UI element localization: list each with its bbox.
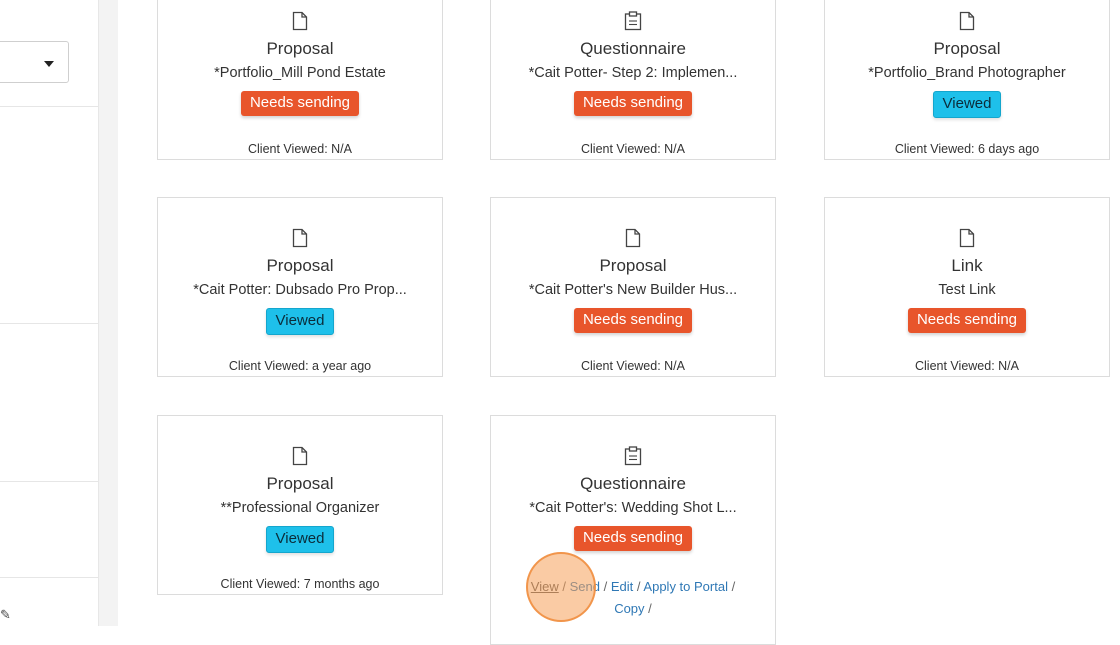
card-type: Questionnaire — [580, 474, 686, 493]
card-name: **Professional Organizer — [220, 500, 380, 516]
edit-link[interactable]: Edit — [611, 579, 633, 594]
panel-gutter — [98, 0, 118, 626]
client-viewed: Client Viewed: 6 days ago — [894, 142, 1040, 156]
client-viewed: Client Viewed: 7 months ago — [220, 577, 380, 591]
card-type: Proposal — [266, 474, 334, 493]
card-name: *Portfolio_Brand Photographer — [868, 65, 1066, 81]
divider — [0, 481, 98, 482]
form-card[interactable]: Questionnaire *Cait Potter- Step 2: Imple… — [490, 0, 776, 160]
card-name: *Cait Potter: Dubsado Pro Prop... — [193, 282, 407, 298]
status-badge: Needs sending — [573, 91, 693, 116]
card-name: Test Link — [938, 282, 996, 298]
client-viewed: Client Viewed: N/A — [915, 359, 1019, 373]
card-actions: View / Send / Edit / Apply to Portal / C… — [521, 576, 745, 620]
document-icon — [825, 228, 1109, 248]
document-icon — [158, 228, 442, 248]
separator: / — [731, 579, 736, 594]
client-viewed: Client Viewed: a year ago — [228, 359, 372, 373]
card-type: Proposal — [599, 256, 667, 275]
document-icon — [158, 446, 442, 466]
separator: / — [636, 579, 641, 594]
form-card[interactable]: Proposal *Cait Potter's New Builder Hus..… — [490, 197, 776, 377]
status-badge-wrap: Viewed — [158, 526, 442, 553]
form-card[interactable]: Link Test Link Needs sending Client Viewed:… — [824, 197, 1110, 377]
status-badge: Needs sending — [907, 308, 1027, 333]
send-link[interactable]: Send — [570, 579, 600, 594]
card-type: Proposal — [266, 256, 334, 275]
status-badge-wrap: Needs sending — [491, 526, 775, 551]
document-icon — [491, 228, 775, 248]
card-name: *Portfolio_Mill Pond Estate — [214, 65, 386, 81]
card-type: Questionnaire — [580, 39, 686, 58]
status-badge-wrap: Needs sending — [825, 308, 1109, 333]
filter-select[interactable] — [0, 41, 69, 83]
client-viewed: Client Viewed: N/A — [581, 359, 685, 373]
chevron-down-icon — [44, 61, 54, 67]
clipboard-icon — [491, 446, 775, 466]
card-type: Proposal — [933, 39, 1001, 58]
form-card[interactable]: Proposal *Portfolio_Mill Pond Estate Needs… — [157, 0, 443, 160]
document-icon — [825, 11, 1109, 31]
left-panel: ✎ — [0, 0, 98, 626]
clipboard-icon — [491, 11, 775, 31]
client-viewed: Client Viewed: N/A — [581, 142, 685, 156]
form-card[interactable]: Proposal *Cait Potter: Dubsado Pro Prop..… — [157, 197, 443, 377]
pencil-icon[interactable]: ✎ — [0, 608, 11, 623]
form-card[interactable]: Proposal **Professional Organizer Viewed Cl… — [157, 415, 443, 595]
divider — [0, 106, 98, 107]
status-badge-wrap: Needs sending — [491, 91, 775, 116]
apply-to-portal-link[interactable]: Apply to Portal — [643, 579, 728, 594]
status-badge-wrap: Needs sending — [158, 91, 442, 116]
status-badge: Viewed — [265, 526, 335, 553]
status-badge-wrap: Needs sending — [491, 308, 775, 333]
copy-link[interactable]: Copy — [614, 601, 644, 616]
form-card[interactable]: Questionnaire *Cait Potter's: Wedding Sho… — [490, 415, 776, 645]
status-badge: Viewed — [265, 308, 335, 335]
separator: / — [603, 579, 608, 594]
card-name: *Cait Potter- Step 2: Implemen... — [528, 65, 738, 81]
status-badge: Needs sending — [573, 308, 693, 333]
divider — [0, 323, 98, 324]
card-name: *Cait Potter's New Builder Hus... — [528, 282, 738, 298]
status-badge: Needs sending — [573, 526, 693, 551]
status-badge-wrap: Viewed — [825, 91, 1109, 118]
divider — [0, 577, 98, 578]
status-badge-wrap: Viewed — [158, 308, 442, 335]
status-badge: Viewed — [932, 91, 1002, 118]
separator: / — [562, 579, 566, 594]
client-viewed: Client Viewed: N/A — [248, 142, 352, 156]
form-card[interactable]: Proposal *Portfolio_Brand Photographer Vie… — [824, 0, 1110, 160]
status-badge: Needs sending — [240, 91, 360, 116]
card-type: Proposal — [266, 39, 334, 58]
document-icon — [158, 11, 442, 31]
card-name: *Cait Potter's: Wedding Shot L... — [529, 500, 737, 516]
separator: / — [648, 601, 652, 616]
view-link[interactable]: View — [531, 579, 559, 594]
card-type: Link — [951, 256, 983, 275]
